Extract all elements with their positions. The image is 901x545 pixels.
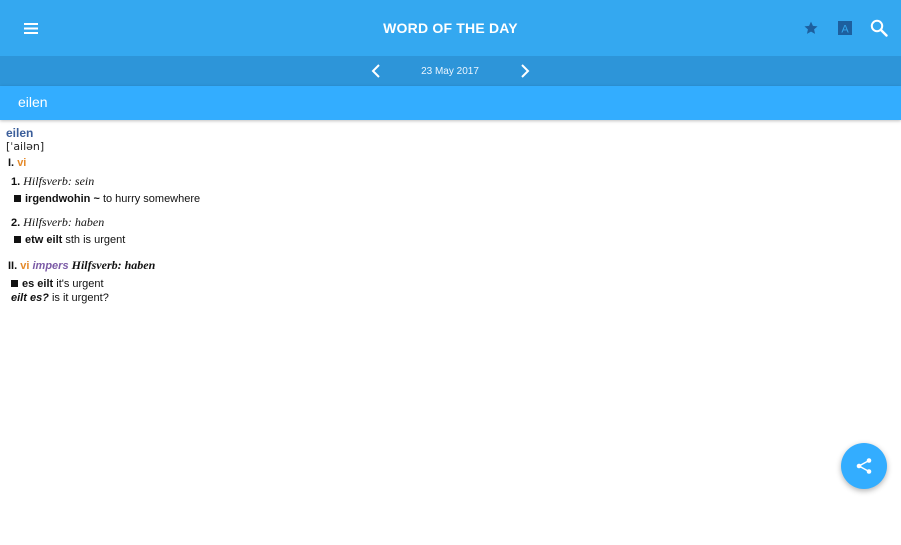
entry-phonetic: [ˈailən] [6,140,45,153]
share-button[interactable] [841,443,887,489]
sense-2-header: II. vi impers Hilfsverb: haben [8,258,606,273]
word-header: eilen [18,94,48,110]
bullet-square-icon [11,280,18,287]
share-icon [856,458,872,474]
example-phrase: irgendwohin ~ [25,193,100,205]
subsense-1-example: irgendwohin ~ to hurry somewhere [14,192,606,206]
sense-1-pos: vi [17,157,27,169]
bullet-square-icon [14,195,21,202]
subsense-2-number: 2. [11,217,21,229]
search-icon[interactable] [867,16,891,40]
chevron-left-icon [371,64,380,78]
subsense-1-number: 1. [11,176,21,188]
subsense-2-grammar: Hilfsverb: haben [23,215,105,229]
subsense-2-example: etw eilt sth is urgent [14,233,606,247]
star-icon[interactable] [799,16,823,40]
example-translation: it's urgent [56,278,104,290]
font-icon-letter: A [841,24,849,36]
sense-2-grammar: Hilfsverb: haben [71,258,156,272]
date-navigation-bar: 23 May 2017 [0,56,901,86]
word-header-bar: eilen [0,86,901,120]
sense-2-numeral: II. [8,260,18,272]
example-translation: is it urgent? [51,292,109,304]
example-phrase: etw eilt [25,234,63,246]
example-phrase: es eilt [22,278,54,290]
bullet-square-icon [14,236,21,243]
example-translation: sth is urgent [65,234,126,246]
entry-headword: eilen [6,126,34,140]
sense-1-header: I. vi [8,156,606,170]
chevron-right-icon [521,64,530,78]
sense-1-numeral: I. [8,157,15,169]
font-icon[interactable]: A [833,16,857,40]
subsense-1-grammar: Hilfsverb: sein [23,174,95,188]
page-title: WORD OF THE DAY [383,20,518,36]
example-translation: to hurry somewhere [102,193,201,205]
current-date: 23 May 2017 [421,65,479,77]
previous-day-button[interactable] [366,61,386,81]
sense-2-pos: vi [20,260,30,272]
menu-icon[interactable] [18,16,44,40]
sense-2-example-2: eilt es? is it urgent? [11,291,606,305]
sense-2-label: impers [32,260,69,272]
subsense-2-header: 2. Hilfsverb: haben [11,215,606,230]
subsense-1-header: 1. Hilfsverb: sein [11,174,606,189]
app-toolbar: WORD OF THE DAY A [0,0,901,56]
dictionary-entry: eilen [ˈailən] I. vi 1. Hilfsverb: sein … [6,126,606,305]
example-phrase: eilt es? [11,292,49,304]
sense-2-example: es eilt it's urgent [11,277,606,291]
next-day-button[interactable] [515,61,535,81]
